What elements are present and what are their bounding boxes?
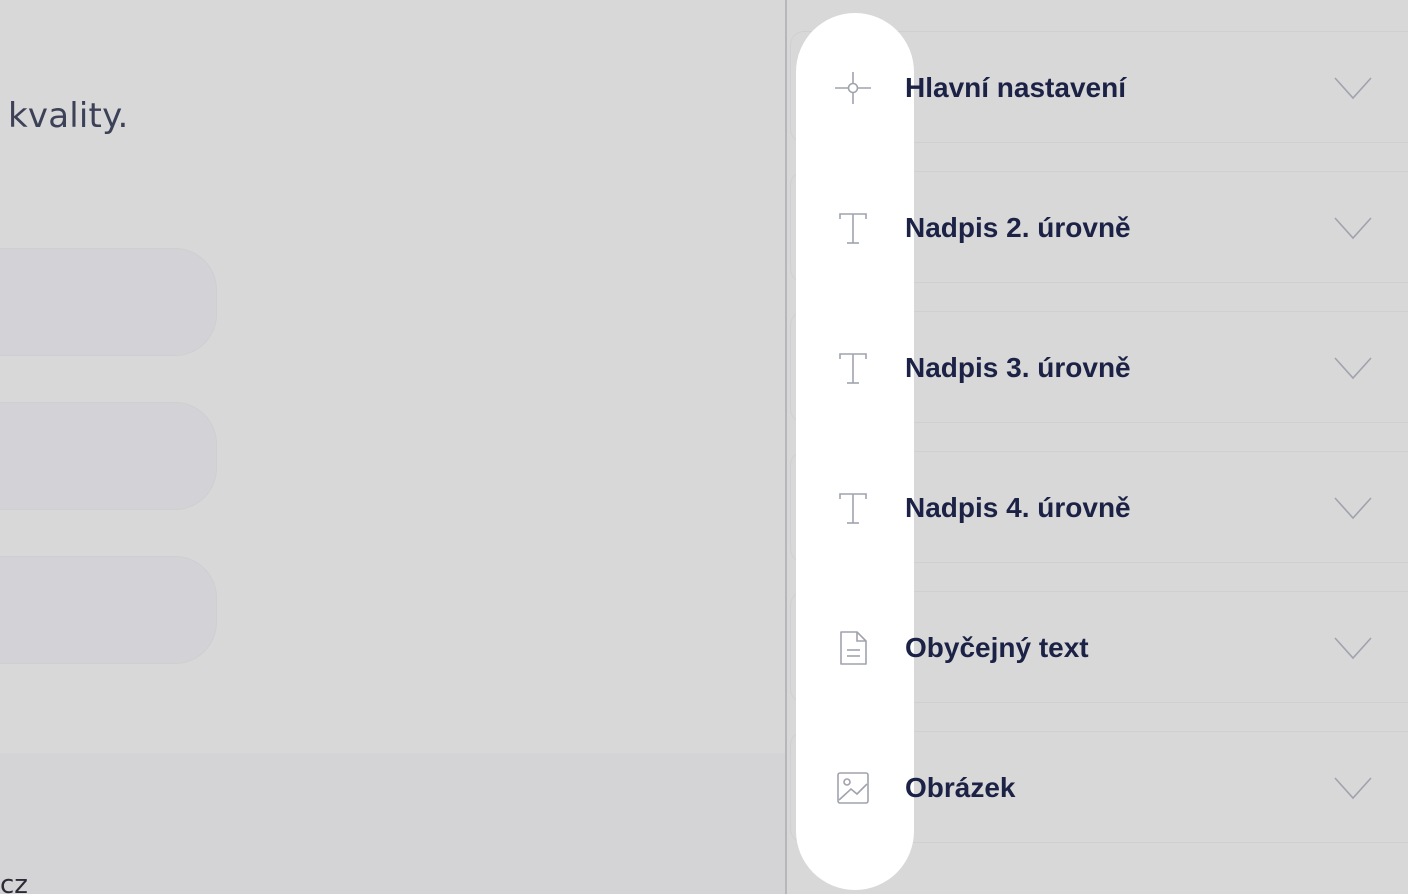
footer-text: cz [0,870,28,894]
app-window: kvality. cz Hlavní nastavení Nadpis 2. ú… [0,0,1408,894]
section-label: Hlavní nastavení [905,72,1126,103]
section-label: Nadpis 3. úrovně [905,352,1131,383]
text-icon [831,346,875,390]
crosshair-icon [831,66,875,110]
chevron-down-icon[interactable] [1331,212,1375,244]
chevron-down-icon[interactable] [1331,352,1375,384]
preview-footer [0,753,786,894]
chevron-down-icon[interactable] [1331,772,1375,804]
icon-strip [796,13,914,890]
content-preview: kvality. cz [0,0,786,894]
text-icon [831,206,875,250]
preview-button-1[interactable] [0,248,217,356]
document-icon [831,626,875,670]
chevron-down-icon[interactable] [1331,72,1375,104]
section-label: Obrázek [905,772,1016,803]
text-icon [831,486,875,530]
section-label: Nadpis 4. úrovně [905,492,1131,523]
section-label: Nadpis 2. úrovně [905,212,1131,243]
preview-button-3[interactable] [0,556,217,664]
chevron-down-icon[interactable] [1331,632,1375,664]
section-label: Obyčejný text [905,632,1089,663]
image-icon [831,766,875,810]
chevron-down-icon[interactable] [1331,492,1375,524]
preview-button-2[interactable] [0,402,217,510]
preview-text: kvality. [8,96,129,136]
